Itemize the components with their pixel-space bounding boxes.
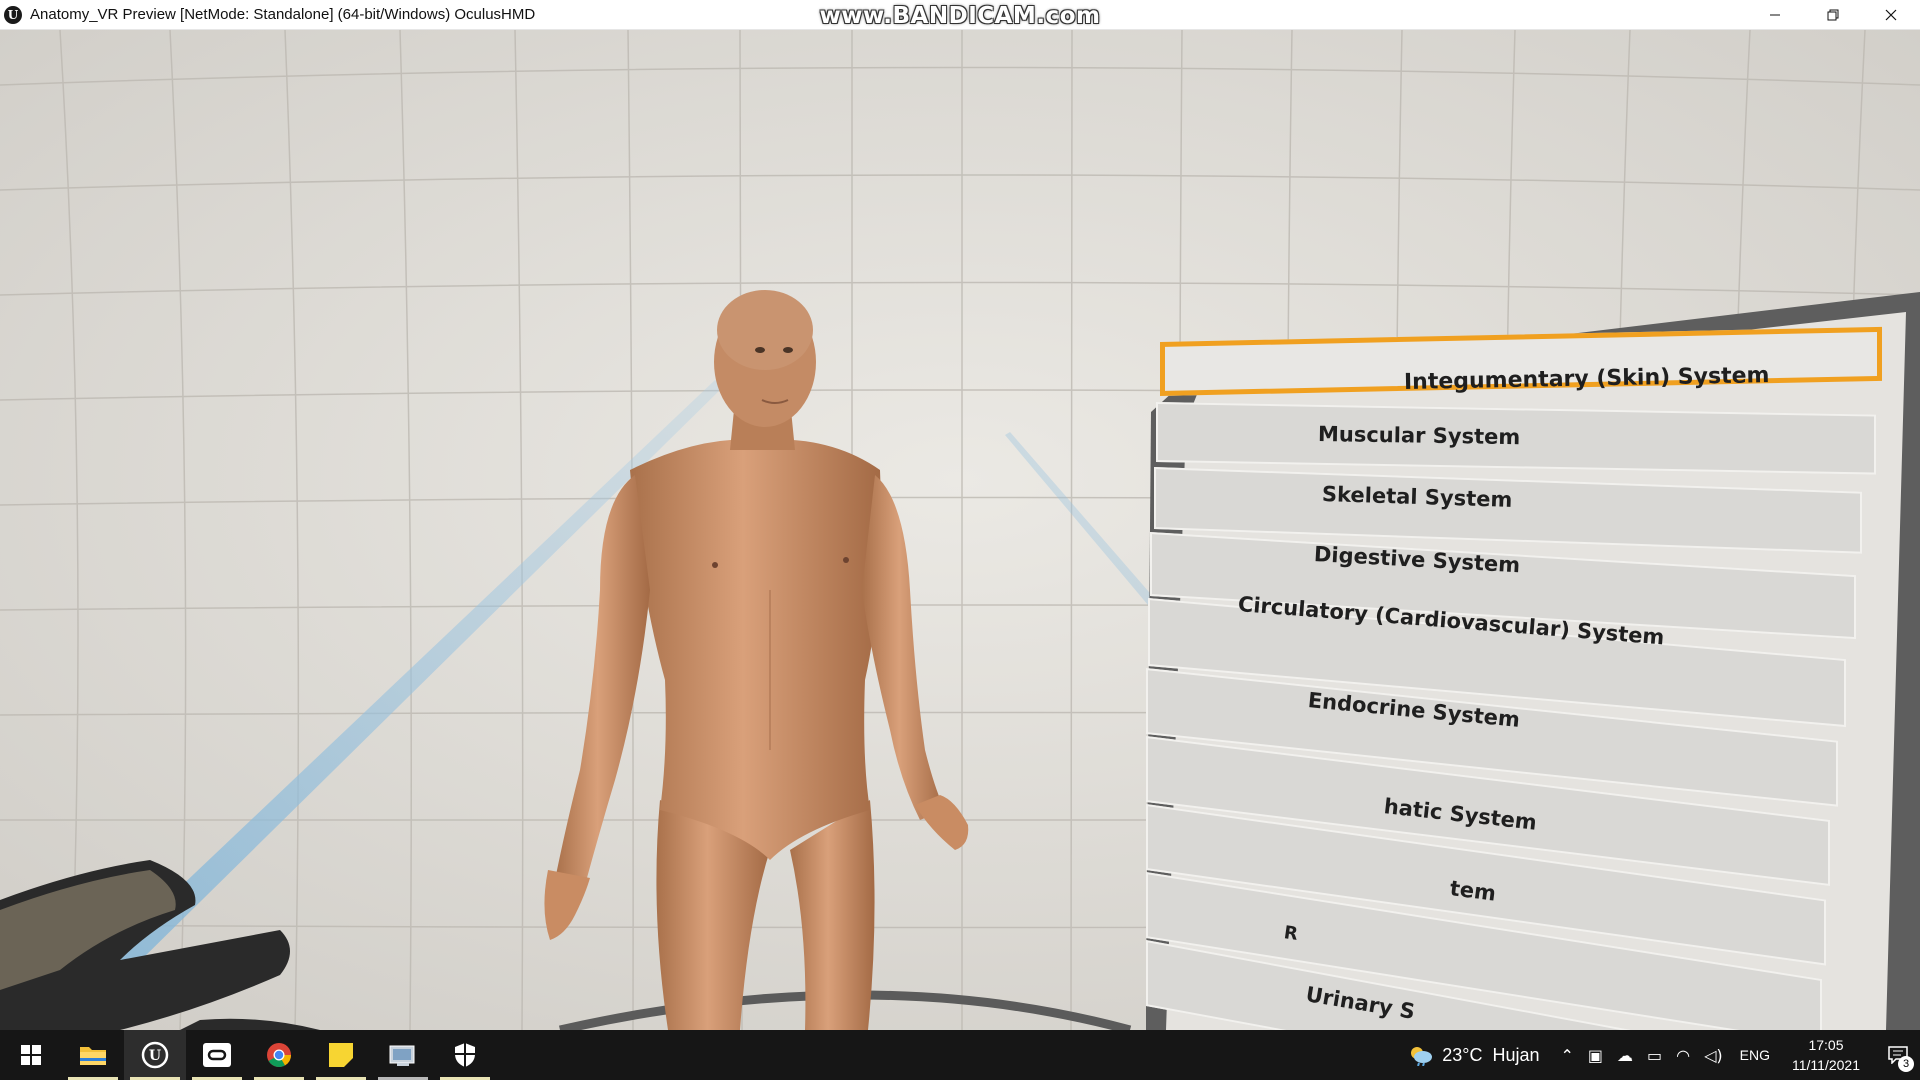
file-explorer-icon <box>80 1047 106 1065</box>
meet-icon[interactable]: ▣ <box>1588 1046 1603 1065</box>
restore-icon <box>1827 9 1839 21</box>
language-indicator[interactable]: ENG <box>1740 1047 1770 1063</box>
volume-icon[interactable]: ◁) <box>1704 1046 1723 1065</box>
unreal-engine-icon: U <box>4 5 22 24</box>
windows-taskbar: U 23°C Hujan ⌃ ▣ ☁ ▭ ◠ ◁) ENG 17:05 11/1… <box>0 1030 1920 1080</box>
sticky-notes-icon <box>329 1043 353 1067</box>
notification-count-badge: 3 <box>1898 1056 1914 1072</box>
svg-text:U: U <box>149 1048 161 1064</box>
security-shield-icon <box>455 1043 475 1067</box>
unreal-engine-icon: U <box>141 1041 169 1069</box>
onedrive-icon[interactable]: ☁ <box>1617 1046 1633 1065</box>
weather-temp: 23°C <box>1442 1044 1483 1065</box>
clock-date: 11/11/2021 <box>1792 1057 1860 1073</box>
start-button[interactable] <box>0 1030 62 1080</box>
restore-button[interactable] <box>1804 0 1862 30</box>
taskbar-file-explorer[interactable] <box>62 1030 124 1080</box>
oculus-icon <box>203 1043 231 1067</box>
clock-time: 17:05 <box>1808 1037 1844 1053</box>
window-controls <box>1746 0 1920 30</box>
menu-item-label: R <box>1282 922 1300 945</box>
chevron-up-icon[interactable]: ⌃ <box>1560 1046 1573 1065</box>
menu-item-label: Muscular System <box>1317 422 1521 450</box>
wifi-icon[interactable]: ◠ <box>1676 1046 1690 1065</box>
weather-widget[interactable]: 23°C Hujan <box>1408 1044 1539 1066</box>
window-titlebar[interactable]: U Anatomy_VR Preview [NetMode: Standalon… <box>0 0 1920 30</box>
anatomy-system-menu: Integumentary (Skin) System Muscular Syst… <box>1146 292 1920 1030</box>
app-window-icon <box>389 1045 415 1066</box>
taskbar-app-window[interactable] <box>372 1030 434 1080</box>
clock[interactable]: 17:05 11/11/2021 <box>1792 1035 1860 1075</box>
taskbar-unreal-engine[interactable]: U <box>124 1030 186 1080</box>
close-icon <box>1885 9 1897 21</box>
taskbar-oculus[interactable] <box>186 1030 248 1080</box>
minimize-icon <box>1770 14 1780 16</box>
weather-condition: Hujan <box>1492 1044 1540 1065</box>
window-title: Anatomy_VR Preview [NetMode: Standalone]… <box>30 6 536 23</box>
battery-icon[interactable]: ▭ <box>1647 1046 1662 1065</box>
chrome-icon <box>267 1043 291 1068</box>
start-icon <box>21 1045 41 1065</box>
vr-viewport[interactable]: Integumentary (Skin) System Muscular Syst… <box>0 30 1920 1030</box>
weather-rain-icon <box>1411 1047 1433 1066</box>
minimize-button[interactable] <box>1746 0 1804 30</box>
taskbar-sticky-notes[interactable] <box>310 1030 372 1080</box>
notification-center-button[interactable]: 3 <box>1876 1030 1920 1080</box>
system-tray: 23°C Hujan ⌃ ▣ ☁ ▭ ◠ ◁) ENG 17:05 11/11/… <box>1408 1030 1920 1080</box>
close-button[interactable] <box>1862 0 1920 30</box>
taskbar-chrome[interactable] <box>248 1030 310 1080</box>
taskbar-security[interactable] <box>434 1030 496 1080</box>
